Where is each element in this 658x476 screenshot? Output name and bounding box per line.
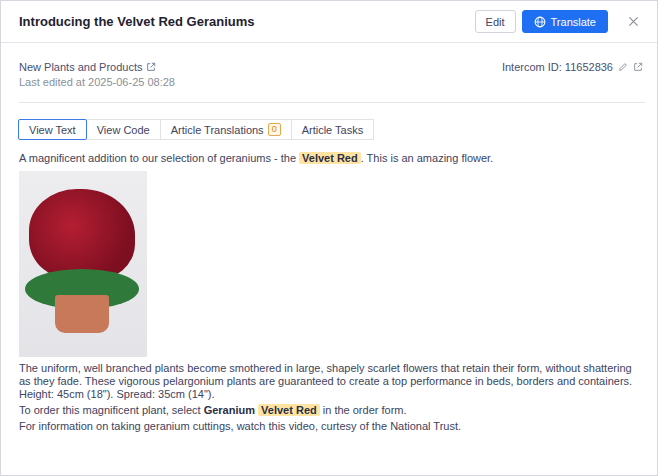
category-link[interactable]: New Plants and Products [19,61,175,73]
pencil-icon[interactable] [618,62,628,72]
tab[interactable]: Article Tasks [291,119,375,140]
close-icon [628,16,639,27]
paragraph: To order this magnificent plant, select … [19,404,645,417]
globe-icon [534,16,546,28]
tab-bar: View TextView CodeArticle Translations0A… [1,103,657,140]
paragraph: A magnificent addition to our selection … [19,152,645,165]
article-meta: New Plants and Products Last edited at 20… [1,43,657,88]
article-body: A magnificent addition to our selection … [1,140,657,433]
product-photo [19,171,147,357]
article-dialog: Introducing the Velvet Red Geraniums Edit… [0,0,658,476]
tab[interactable]: View Text [18,119,87,140]
flower-shape [29,189,135,281]
external-link-icon [146,62,156,72]
external-link-icon[interactable] [633,62,643,72]
count-badge: 0 [268,123,281,136]
dialog-title: Introducing the Velvet Red Geraniums [19,14,255,29]
last-edited: Last edited at 2025-06-25 08:28 [19,76,175,88]
intercom-id: Intercom ID: 11652836 [502,61,643,73]
paragraph: The uniform, well branched plants become… [19,362,645,401]
edit-button[interactable]: Edit [475,10,516,33]
tab[interactable]: View Code [86,119,161,140]
close-button[interactable] [624,12,643,31]
header-actions: Edit Translate [475,10,643,33]
translate-button[interactable]: Translate [522,10,608,33]
dialog-header: Introducing the Velvet Red Geraniums Edit… [1,1,657,43]
pot-shape [55,295,109,333]
paragraph: For information on taking geranium cutti… [19,420,645,433]
tab[interactable]: Article Translations0 [160,119,292,140]
divider [19,102,645,103]
